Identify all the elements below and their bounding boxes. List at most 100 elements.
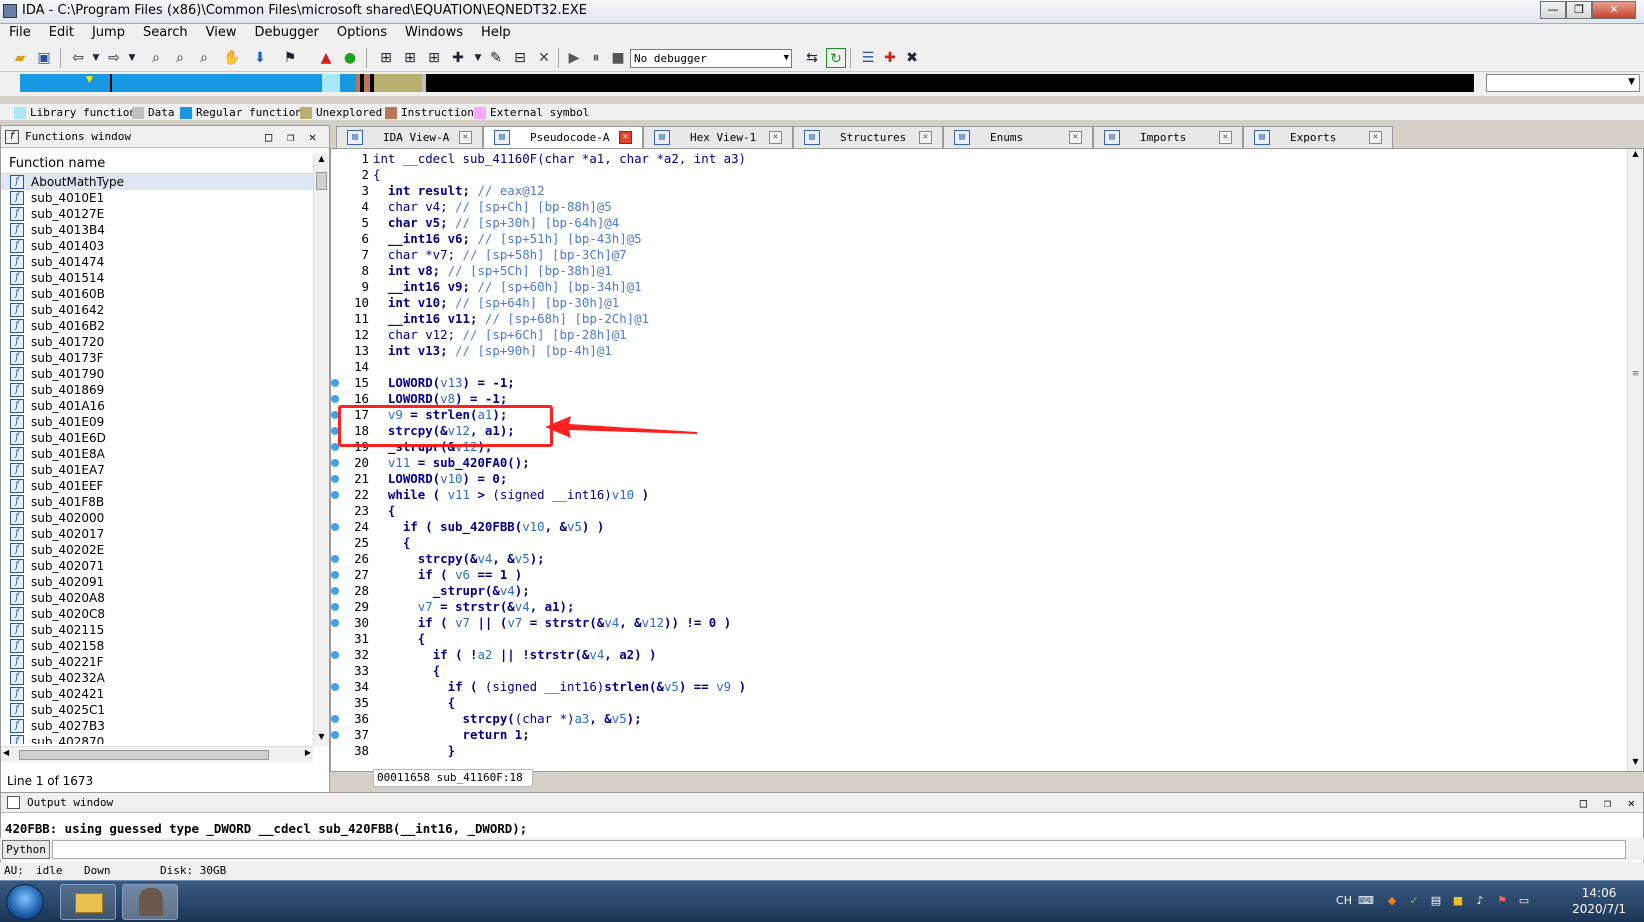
warning-graph-icon[interactable]: ▲ bbox=[316, 48, 336, 68]
breakpoint-dot-icon[interactable] bbox=[331, 459, 339, 467]
scroll-down-icon[interactable]: ▼ bbox=[1628, 757, 1643, 771]
attach-icon[interactable]: ⇆ bbox=[802, 48, 822, 68]
code-line[interactable]: 38 } bbox=[354, 743, 1623, 759]
code-line[interactable]: 30 if ( v7 || (v7 = strstr(&v4, &v12)) !… bbox=[331, 615, 1623, 631]
function-list-item[interactable]: f sub_402115 bbox=[1, 622, 313, 638]
function-list-item[interactable]: f sub_401720 bbox=[1, 334, 313, 350]
close-button[interactable]: ✕ bbox=[1592, 1, 1636, 19]
function-list-item[interactable]: f sub_401869 bbox=[1, 382, 313, 398]
tab-close-icon[interactable]: ✕ bbox=[619, 131, 632, 144]
scroll-right-icon[interactable]: ▶ bbox=[305, 748, 311, 757]
language-indicator[interactable]: CH bbox=[1336, 893, 1352, 909]
stop-icon[interactable]: ■ bbox=[608, 48, 628, 68]
function-list-item[interactable]: f sub_402421 bbox=[1, 686, 313, 702]
scroll-thumb[interactable] bbox=[316, 172, 327, 190]
keyboard-icon[interactable]: ⌨ bbox=[1358, 893, 1374, 909]
scroll-up-icon[interactable]: ▲ bbox=[1628, 149, 1643, 163]
flow-icon[interactable]: ⚑ bbox=[280, 48, 300, 68]
breakpoint-dot-icon[interactable] bbox=[331, 555, 339, 563]
list-icon[interactable]: ☰ bbox=[858, 48, 878, 68]
function-list-item[interactable]: f sub_40202E bbox=[1, 542, 313, 558]
function-list-item[interactable]: f sub_40160B bbox=[1, 286, 313, 302]
function-list-item[interactable]: f sub_402071 bbox=[1, 558, 313, 574]
float-pane-icon[interactable]: ❐ bbox=[287, 126, 294, 148]
tab-close-icon[interactable]: ✕ bbox=[919, 131, 932, 144]
menu-jump[interactable]: Jump bbox=[83, 24, 134, 44]
function-list-item[interactable]: f sub_401A16 bbox=[1, 398, 313, 414]
breakpoint-dot-icon[interactable] bbox=[331, 731, 339, 739]
code-line[interactable]: 14 bbox=[354, 359, 1623, 375]
app-tray-icon[interactable]: ◆ bbox=[1384, 893, 1400, 909]
code-line[interactable]: 21 LOWORD(v10) = 0; bbox=[331, 471, 1623, 487]
code-line[interactable]: 32 if ( !a2 || !strstr(&v4, a2) ) bbox=[331, 647, 1623, 663]
breakpoint-add-icon[interactable]: ✚ bbox=[880, 48, 900, 68]
play-icon[interactable]: ▶ bbox=[564, 48, 584, 68]
menu-search[interactable]: Search bbox=[134, 24, 197, 44]
code-line[interactable]: 35 { bbox=[354, 695, 1623, 711]
navigation-band-strip[interactable]: ▼ bbox=[20, 74, 1474, 92]
tab-pseudocode-a[interactable]: ▤ Pseudocode-A ✕ bbox=[483, 126, 643, 148]
debugger-select[interactable]: No debugger ▼ bbox=[630, 49, 792, 68]
function-list-item[interactable]: f sub_4020C8 bbox=[1, 606, 313, 622]
display-tray-icon[interactable]: ▭ bbox=[1516, 893, 1532, 909]
code-line[interactable]: 24 if ( sub_420FBB(v10, &v5) ) bbox=[331, 519, 1623, 535]
scroll-grip-icon[interactable]: ≡ bbox=[1630, 369, 1641, 383]
tab-enums[interactable]: ▤ Enums ✕ bbox=[943, 126, 1093, 148]
code-line[interactable]: 6 __int16 v6; // [sp+51h] [bp-43h]@5 bbox=[362, 231, 1623, 247]
refresh-icon[interactable]: ↻ bbox=[826, 48, 846, 68]
function-list-item[interactable]: f AboutMathType bbox=[1, 174, 313, 190]
function-list-item[interactable]: f sub_4016B2 bbox=[1, 318, 313, 334]
code-vertical-scrollbar[interactable]: ▲ ≡ ▼ bbox=[1627, 149, 1643, 771]
maximize-pane-icon[interactable]: □ bbox=[1580, 793, 1587, 813]
function-list-item[interactable]: f sub_401E6D bbox=[1, 430, 313, 446]
tab-exports[interactable]: ▤ Exports ✕ bbox=[1243, 126, 1393, 148]
code-line[interactable]: 36 strcpy((char *)a3, &v5); bbox=[331, 711, 1623, 727]
tab-close-icon[interactable]: ✕ bbox=[1069, 131, 1082, 144]
code-line[interactable]: 29 v7 = strstr(&v4, a1); bbox=[331, 599, 1623, 615]
save-icon[interactable]: ▣ bbox=[34, 48, 54, 68]
function-list-item[interactable]: f sub_401EEF bbox=[1, 478, 313, 494]
function-list-item[interactable]: f sub_402000 bbox=[1, 510, 313, 526]
search-text-icon[interactable]: ⌕ bbox=[170, 48, 190, 68]
code-line[interactable]: 3 int result; // eax@12 bbox=[362, 183, 1623, 199]
close-pane-icon[interactable]: ✕ bbox=[1628, 793, 1635, 813]
code-line[interactable]: 23 { bbox=[354, 503, 1623, 519]
breakpoint-dot-icon[interactable] bbox=[331, 651, 339, 659]
function-list-item[interactable]: f sub_4013B4 bbox=[1, 222, 313, 238]
code-line[interactable]: 2{ bbox=[362, 167, 1623, 183]
delete-x-icon[interactable]: ✕ bbox=[534, 48, 554, 68]
function-list-item[interactable]: f sub_4010E1 bbox=[1, 190, 313, 206]
function-list-item[interactable]: f sub_4025C1 bbox=[1, 702, 313, 718]
tab-ida-view-a[interactable]: ▤ IDA View-A ✕ bbox=[336, 126, 483, 148]
function-name-column-header[interactable]: Function name bbox=[1, 154, 313, 174]
network-tray-icon[interactable]: ✓ bbox=[1406, 893, 1422, 909]
function-list-item[interactable]: f sub_402091 bbox=[1, 574, 313, 590]
device-tray-icon[interactable]: ▤ bbox=[1428, 893, 1444, 909]
system-clock[interactable]: 14:06 2020/7/1 bbox=[1572, 885, 1626, 917]
maximize-pane-icon[interactable]: □ bbox=[265, 126, 272, 148]
function-list-item[interactable]: f sub_40127E bbox=[1, 206, 313, 222]
undefine-icon[interactable]: ⊟ bbox=[510, 48, 530, 68]
functions-vertical-scrollbar[interactable]: ▲ ▼ bbox=[313, 154, 329, 746]
function-list-item[interactable]: f sub_40221F bbox=[1, 654, 313, 670]
code-line[interactable]: 25 { bbox=[354, 535, 1623, 551]
function-list-item[interactable]: f sub_401EA7 bbox=[1, 462, 313, 478]
code-line[interactable]: 33 { bbox=[354, 663, 1623, 679]
breakpoint-dot-icon[interactable] bbox=[331, 715, 339, 723]
code-line[interactable]: 28 _strupr(&v4); bbox=[331, 583, 1623, 599]
code-line[interactable]: 26 strcpy(&v4, &v5); bbox=[331, 551, 1623, 567]
breakpoint-dot-icon[interactable] bbox=[331, 619, 339, 627]
plus-arrow-icon[interactable]: ✚ bbox=[448, 48, 468, 68]
breakpoint-dot-icon[interactable] bbox=[331, 603, 339, 611]
code-line[interactable]: 13 int v13; // [sp+90h] [bp-4h]@1 bbox=[354, 343, 1623, 359]
tab-close-icon[interactable]: ✕ bbox=[769, 131, 782, 144]
tab-close-icon[interactable]: ✕ bbox=[459, 131, 472, 144]
code-line[interactable]: 20 v11 = sub_420FA0(); bbox=[331, 455, 1623, 471]
menu-view[interactable]: View bbox=[197, 24, 246, 44]
function-list-item[interactable]: f sub_402870 bbox=[1, 734, 313, 744]
breakpoint-dot-icon[interactable] bbox=[331, 475, 339, 483]
tab-close-icon[interactable]: ✕ bbox=[1219, 131, 1232, 144]
volume-icon[interactable]: ♪ bbox=[1472, 893, 1488, 909]
add-string-icon[interactable]: ⊞ bbox=[424, 48, 444, 68]
function-list-item[interactable]: f sub_40232A bbox=[1, 670, 313, 686]
